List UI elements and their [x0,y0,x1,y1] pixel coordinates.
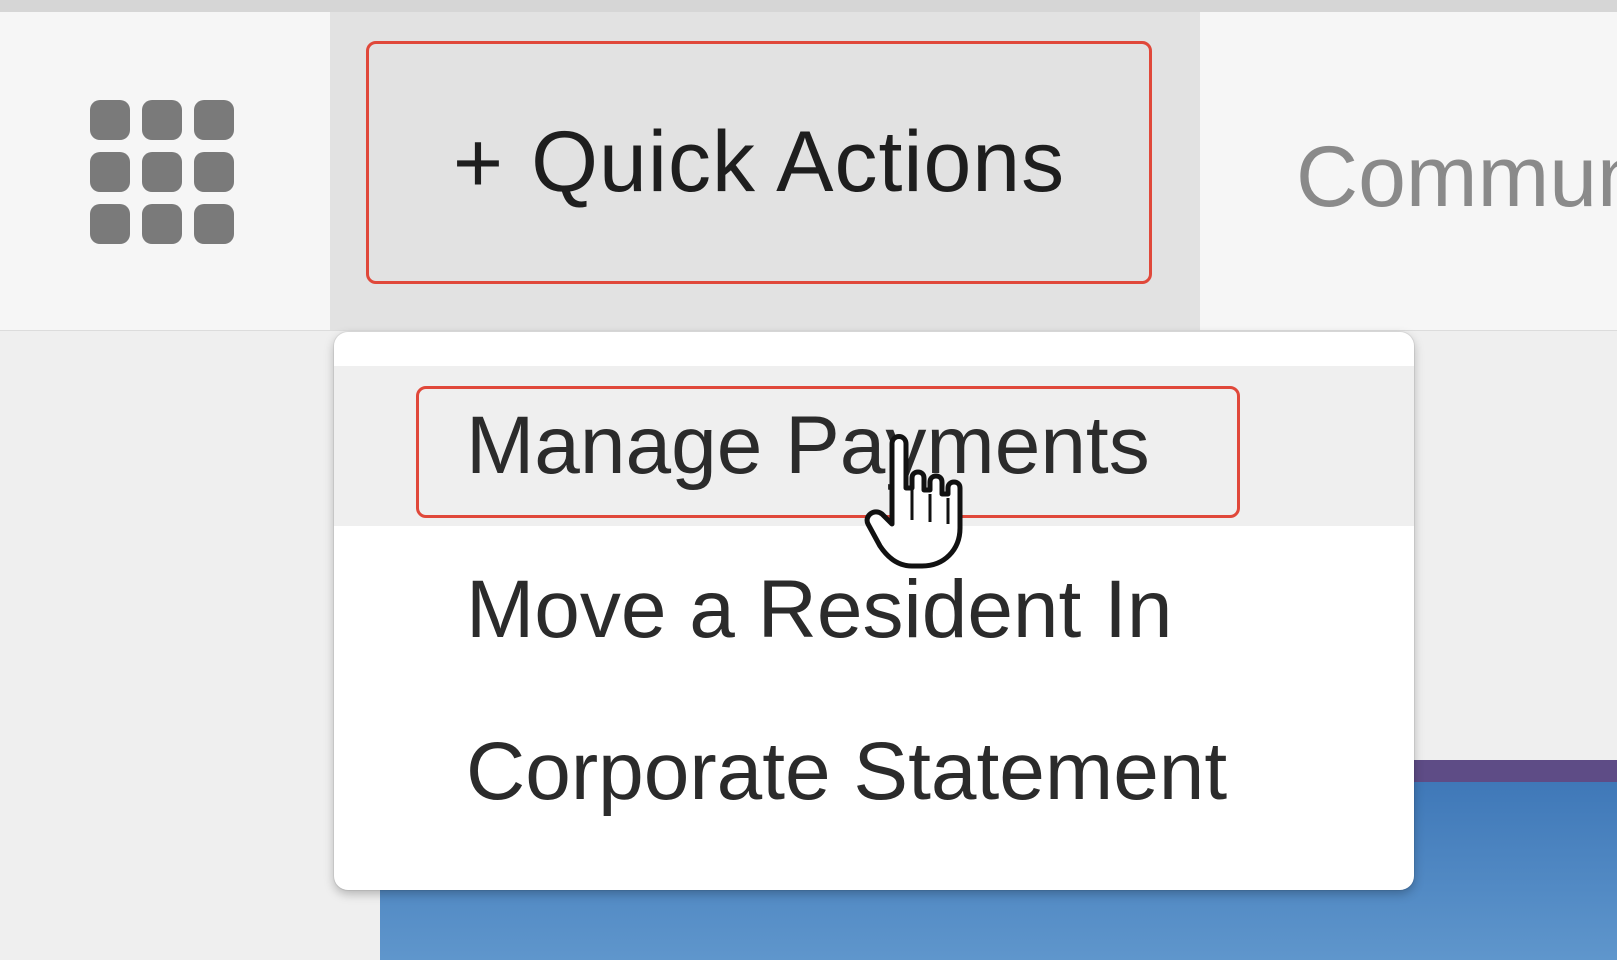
quick-actions-dropdown-menu: Manage Payments Move a Resident In Corpo… [334,332,1414,890]
menu-item-move-resident-in[interactable]: Move a Resident In [334,530,1414,690]
menu-item-corporate-statement[interactable]: Corporate Statement [334,692,1414,852]
nav-item-communities[interactable]: Commun [1296,128,1617,227]
plus-icon: + [452,114,504,211]
app-launcher-grid-icon[interactable] [90,100,240,250]
browser-top-strip [0,0,1617,12]
quick-actions-button[interactable]: + Quick Actions [366,41,1152,284]
menu-item-manage-payments[interactable]: Manage Payments [334,366,1414,526]
quick-actions-label: Quick Actions [531,114,1066,210]
